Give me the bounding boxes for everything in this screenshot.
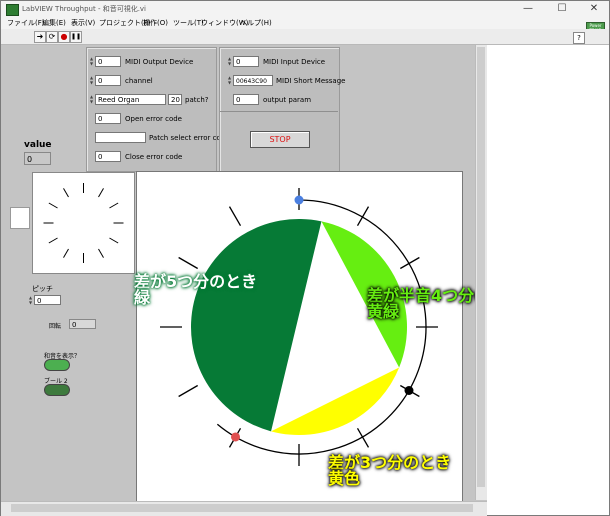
input-device-field[interactable]: 0 (233, 56, 259, 67)
output-device-label: MIDI Output Device (125, 58, 194, 66)
close-error-field: 0 (95, 151, 121, 162)
labview-window: LabVIEW Throughput - 和音可視化.vi — ☐ ✕ ファイル… (0, 0, 610, 516)
menu-help[interactable]: ヘルプ(H) (240, 18, 272, 28)
minimize-button[interactable]: — (511, 1, 545, 17)
input-device-spinner[interactable]: ▲ ▼ (227, 56, 232, 67)
pitch-tick (178, 384, 199, 398)
open-error-label: Open error code (125, 115, 182, 123)
pitch-tick (178, 256, 199, 270)
annotation-fifth-line1: 差が5つ分のとき (134, 272, 258, 291)
close-button[interactable]: ✕ (577, 1, 610, 17)
menu-edit[interactable]: 編集(E) (42, 18, 66, 28)
labview-app-icon (6, 4, 19, 16)
toolbar: ➜ ⟳ ● ❚❚ (1, 29, 609, 45)
pitch-label: ピッチ (32, 285, 53, 293)
channel-spinner[interactable]: ▲ ▼ (89, 75, 94, 86)
pitch-tick (356, 427, 370, 448)
note-marker-blue (294, 195, 304, 205)
clock-dial (32, 172, 135, 274)
pitch-field[interactable]: 0 (34, 295, 61, 305)
pitch-spinner[interactable]: ▲ ▼ (28, 295, 33, 305)
menu-operate[interactable]: 操作(O) (143, 18, 168, 28)
clock-tick (109, 202, 119, 209)
patch-number-field[interactable]: 20 (168, 94, 182, 105)
patch-error-label: Patch select error code (149, 134, 230, 142)
annotation-minor-third-line2: 黄色 (328, 469, 361, 488)
patch-error-field (95, 132, 146, 143)
clock-tick (63, 188, 69, 198)
output-param-field: 0 (233, 94, 259, 105)
maximize-button[interactable]: ☐ (545, 1, 579, 17)
input-device-label: MIDI Input Device (263, 58, 326, 66)
note-marker-red (231, 432, 240, 442)
menu-tools[interactable]: ツール(T) (173, 18, 204, 28)
vertical-scroll-thumb[interactable] (477, 47, 485, 487)
short-message-label: MIDI Short Message (276, 77, 346, 85)
annotation-fifth: 差が5つ分のとき 緑 (134, 274, 257, 306)
pitch-tick (399, 256, 420, 270)
bool2-toggle[interactable] (44, 384, 70, 396)
abort-icon[interactable]: ● (58, 31, 70, 43)
stop-button[interactable]: STOP (250, 131, 310, 148)
channel-field[interactable]: 0 (95, 75, 121, 86)
help-icon[interactable]: ? (573, 32, 585, 44)
color-swatch (10, 207, 30, 229)
value-indicator: 0 (24, 152, 51, 165)
patch-label: patch? (185, 96, 209, 104)
pitch-tick (356, 206, 370, 227)
menu-view[interactable]: 表示(V) (71, 18, 95, 28)
note-marker-black (404, 386, 414, 395)
menu-file[interactable]: ファイル(F) (7, 18, 45, 28)
output-param-label: output param (263, 96, 312, 104)
patch-spinner[interactable]: ▲ ▼ (89, 94, 94, 105)
run-arrow-icon[interactable]: ➜ (34, 31, 46, 43)
green-sector (191, 219, 322, 432)
clock-tick (98, 248, 104, 258)
patch-name-field[interactable]: Reed Organ (95, 94, 166, 105)
pause-icon[interactable]: ❚❚ (70, 31, 82, 43)
clock-tick (63, 248, 69, 258)
clock-tick (109, 237, 119, 244)
short-message-field: 00643C90 (233, 75, 273, 86)
run-continuously-icon[interactable]: ⟳ (46, 31, 58, 43)
empty-panel-area (487, 45, 609, 515)
output-device-spinner[interactable]: ▲ ▼ (89, 56, 94, 67)
horizontal-scroll-thumb[interactable] (11, 504, 473, 512)
title-bar: LabVIEW Throughput - 和音可視化.vi — ☐ ✕ (1, 1, 609, 17)
short-message-spinner: ▲ ▼ (227, 75, 232, 85)
rotation-label: 回転 (49, 323, 62, 330)
close-error-label: Close error code (125, 153, 183, 161)
rotation-field: 0 (69, 319, 96, 329)
clock-tick (48, 202, 58, 209)
show-chord-toggle[interactable] (44, 359, 70, 371)
clock-tick (98, 188, 104, 198)
annotation-minor-third: 差が3つ分のとき 黄色 (328, 455, 451, 487)
panel-divider (220, 111, 338, 112)
pitch-tick (228, 206, 242, 227)
channel-label: channel (125, 77, 153, 85)
value-label: value (24, 140, 52, 150)
open-error-field: 0 (95, 113, 121, 124)
clock-tick (48, 237, 58, 244)
window-title: LabVIEW Throughput - 和音可視化.vi (22, 5, 147, 13)
annotation-fifth-line2: 緑 (134, 288, 151, 307)
output-device-field[interactable]: 0 (95, 56, 121, 67)
